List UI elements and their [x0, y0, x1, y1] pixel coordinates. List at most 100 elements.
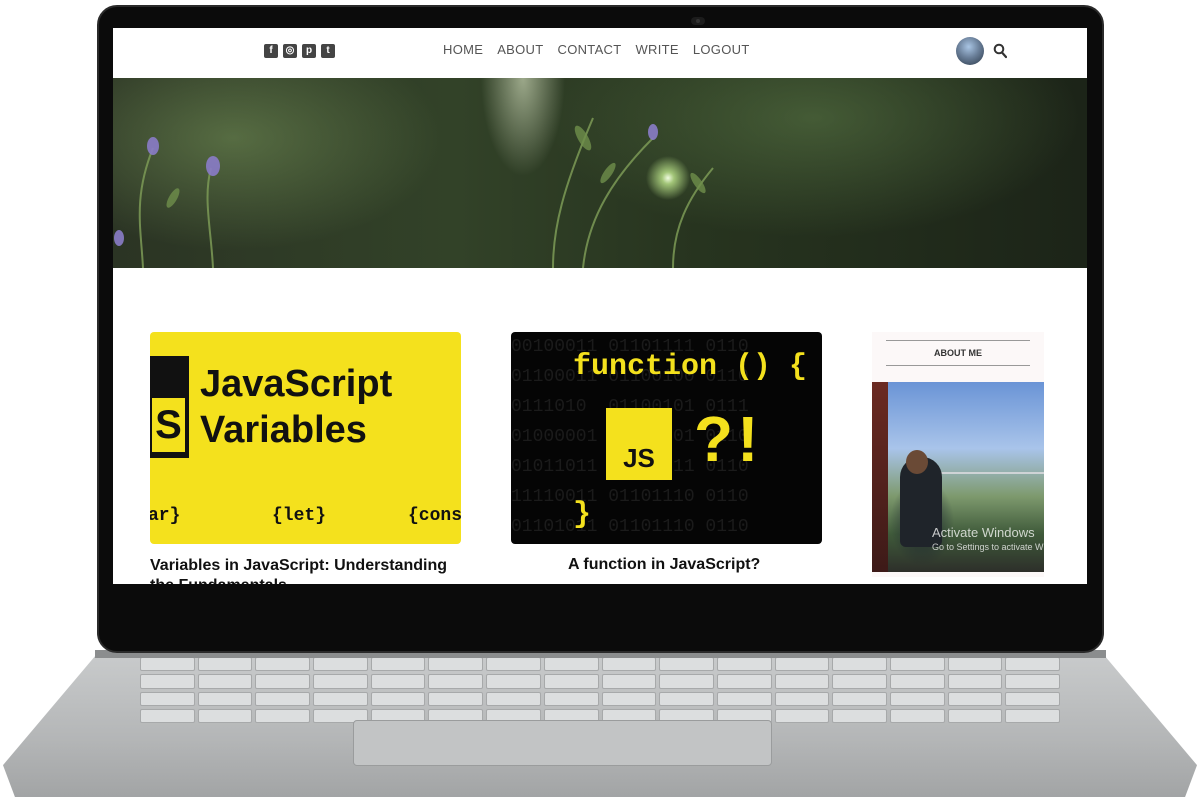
keyboard-key: [889, 691, 945, 706]
keyboard-key: [428, 674, 484, 689]
sidebar-about: ABOUT ME Activate Windows Go to Settings…: [872, 332, 1044, 577]
menu-about[interactable]: ABOUT: [497, 42, 543, 57]
watermark-line1: Activate Windows: [932, 525, 1035, 540]
menu-write[interactable]: WRITE: [635, 42, 678, 57]
keyboard-key: [197, 708, 253, 723]
keyboard-key: [255, 674, 311, 689]
keyboard-key: [197, 674, 253, 689]
keyboard-key: [255, 657, 311, 672]
keyboard-key: [889, 674, 945, 689]
keyboard-key: [370, 691, 426, 706]
keyboard-key: [313, 674, 368, 689]
keyboard: [140, 657, 1060, 723]
webcam: [691, 17, 705, 25]
post-image-variables[interactable]: S JavaScript Variables ar} {let} {cons: [150, 332, 461, 544]
keyboard-key: [774, 674, 830, 689]
top-navbar: f ◎ p t HOME ABOUT CONTACT WRITE LOGOUT: [113, 28, 1087, 78]
keyboard-key: [947, 708, 1003, 723]
keyboard-key: [140, 674, 195, 689]
keyboard-key: [1005, 657, 1060, 672]
main-menu: HOME ABOUT CONTACT WRITE LOGOUT: [443, 42, 750, 57]
token-const: {cons: [408, 506, 461, 526]
search-icon[interactable]: [993, 43, 1007, 59]
avatar[interactable]: [956, 37, 984, 65]
keyboard-key: [601, 657, 657, 672]
menu-logout[interactable]: LOGOUT: [693, 42, 750, 57]
keyboard-key: [774, 708, 830, 723]
keyboard-key: [947, 691, 1003, 706]
keyboard-key: [543, 657, 599, 672]
keyboard-key: [889, 708, 945, 723]
image-title-line2: Variables: [200, 409, 367, 451]
code-closing-brace: }: [573, 498, 592, 532]
about-photo: Activate Windows Go to Settings to activ…: [872, 382, 1044, 572]
badge-letter: S: [152, 398, 185, 452]
keyboard-key: [659, 674, 714, 689]
keyboard-key: [486, 674, 541, 689]
keyboard-key: [832, 708, 887, 723]
keyboard-key: [197, 657, 253, 672]
keyboard-key: [486, 691, 541, 706]
keyboard-key: [255, 708, 311, 723]
js-logo-text: JS: [623, 443, 655, 473]
post-image-function[interactable]: 00100011 01101111 0110 01100011 01100100…: [511, 332, 822, 544]
photo-wall: [872, 382, 888, 572]
pinterest-icon[interactable]: p: [302, 44, 316, 58]
keyboard-key: [1005, 708, 1060, 723]
twitter-icon[interactable]: t: [321, 44, 335, 58]
keyboard-key: [601, 691, 657, 706]
plant-silhouettes: [114, 117, 714, 268]
screen: f ◎ p t HOME ABOUT CONTACT WRITE LOGOUT: [113, 28, 1087, 584]
menu-contact[interactable]: CONTACT: [558, 42, 622, 57]
keyboard-key: [313, 691, 368, 706]
keyboard-key: [255, 691, 311, 706]
keyboard-key: [428, 691, 484, 706]
keyboard-key: [428, 657, 484, 672]
keyboard-key: [889, 657, 945, 672]
menu-home[interactable]: HOME: [443, 42, 483, 57]
keyboard-key: [370, 657, 426, 672]
token-var: ar}: [150, 506, 181, 526]
keyboard-key: [313, 657, 368, 672]
photo-person-head: [906, 450, 928, 474]
keyboard-key: [716, 691, 772, 706]
keyboard-key: [140, 691, 195, 706]
keyboard-key: [1005, 691, 1060, 706]
post-title-function[interactable]: A function in JavaScript?: [568, 556, 760, 574]
code-function-header: function () {: [573, 350, 808, 384]
keyboard-key: [716, 657, 772, 672]
keyboard-key: [832, 657, 887, 672]
keyboard-key: [832, 674, 887, 689]
header-image: [113, 78, 1087, 268]
keyboard-key: [197, 691, 253, 706]
token-let: {let}: [272, 506, 327, 526]
keyboard-key: [140, 708, 195, 723]
keyboard-key: [543, 674, 599, 689]
image-title-line1: JavaScript: [200, 363, 393, 405]
social-links: f ◎ p t: [264, 44, 335, 58]
keyboard-key: [601, 674, 657, 689]
keyboard-key: [947, 674, 1003, 689]
keyboard-key: [659, 691, 714, 706]
js-logo-fragment: S: [150, 356, 189, 458]
keyboard-key: [1005, 674, 1060, 689]
post-title-variables[interactable]: Variables in JavaScript: Understanding t…: [150, 556, 470, 584]
sidebar-title: ABOUT ME: [886, 340, 1030, 366]
watermark-line2: Go to Settings to activate Windows.: [932, 542, 1044, 552]
keyboard-key: [832, 691, 887, 706]
touchpad: [353, 720, 772, 766]
keyboard-key: [486, 657, 541, 672]
instagram-icon[interactable]: ◎: [283, 44, 297, 58]
keyboard-key: [659, 657, 714, 672]
js-logo: JS: [606, 408, 672, 480]
facebook-icon[interactable]: f: [264, 44, 278, 58]
photo-railing: [932, 472, 1044, 524]
keyboard-key: [774, 657, 830, 672]
activate-windows-watermark: Activate Windows Go to Settings to activ…: [932, 525, 1044, 552]
keyboard-key: [947, 657, 1003, 672]
keyboard-key: [370, 674, 426, 689]
keyboard-key: [774, 691, 830, 706]
keyboard-key: [140, 657, 195, 672]
question-exclamation: ?!: [694, 403, 763, 475]
keyboard-key: [716, 674, 772, 689]
